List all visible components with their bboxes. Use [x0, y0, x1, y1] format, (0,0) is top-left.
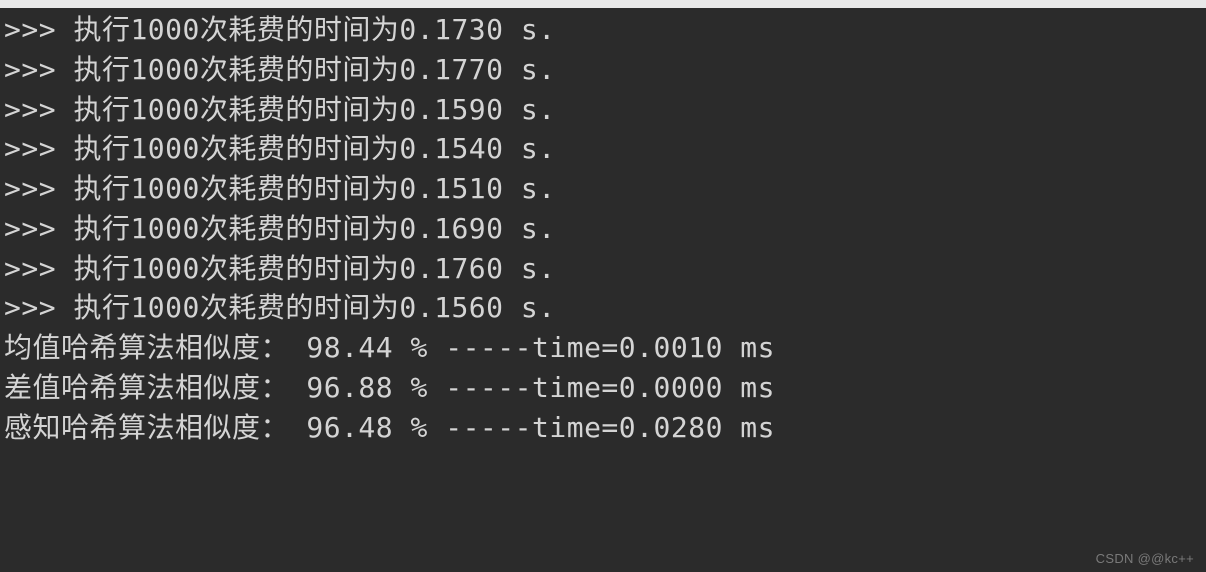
terminal-line: >>> 执行1000次耗费的时间为0.1760 s. [4, 249, 1202, 289]
terminal-line: 感知哈希算法相似度： 96.48 % -----time=0.0280 ms [4, 408, 1202, 448]
python-prompt: >>> [4, 291, 73, 324]
terminal-line: >>> 执行1000次耗费的时间为0.1590 s. [4, 90, 1202, 130]
terminal-line: 均值哈希算法相似度： 98.44 % -----time=0.0010 ms [4, 328, 1202, 368]
terminal-output[interactable]: >>> 执行1000次耗费的时间为0.1730 s. >>> 执行1000次耗费… [0, 8, 1206, 449]
terminal-text: 执行1000次耗费的时间为0.1760 s. [73, 252, 555, 285]
python-prompt: >>> [4, 53, 73, 86]
window-title-bar [0, 0, 1206, 8]
terminal-line: >>> 执行1000次耗费的时间为0.1560 s. [4, 288, 1202, 328]
terminal-text: 执行1000次耗费的时间为0.1770 s. [73, 53, 555, 86]
terminal-text: 均值哈希算法相似度： 98.44 % -----time=0.0010 ms [4, 331, 775, 364]
terminal-text: 差值哈希算法相似度： 96.88 % -----time=0.0000 ms [4, 371, 775, 404]
python-prompt: >>> [4, 93, 73, 126]
terminal-line: >>> 执行1000次耗费的时间为0.1690 s. [4, 209, 1202, 249]
python-prompt: >>> [4, 132, 73, 165]
terminal-line: 差值哈希算法相似度： 96.88 % -----time=0.0000 ms [4, 368, 1202, 408]
python-prompt: >>> [4, 212, 73, 245]
python-prompt: >>> [4, 13, 73, 46]
terminal-line: >>> 执行1000次耗费的时间为0.1730 s. [4, 10, 1202, 50]
csdn-watermark: CSDN @@kc++ [1096, 551, 1194, 566]
terminal-line: >>> 执行1000次耗费的时间为0.1510 s. [4, 169, 1202, 209]
terminal-text: 执行1000次耗费的时间为0.1730 s. [73, 13, 555, 46]
terminal-text: 执行1000次耗费的时间为0.1510 s. [73, 172, 555, 205]
python-prompt: >>> [4, 252, 73, 285]
terminal-line: >>> 执行1000次耗费的时间为0.1540 s. [4, 129, 1202, 169]
terminal-text: 执行1000次耗费的时间为0.1690 s. [73, 212, 555, 245]
terminal-text: 执行1000次耗费的时间为0.1590 s. [73, 93, 555, 126]
terminal-text: 感知哈希算法相似度： 96.48 % -----time=0.0280 ms [4, 411, 775, 444]
terminal-line: >>> 执行1000次耗费的时间为0.1770 s. [4, 50, 1202, 90]
terminal-text: 执行1000次耗费的时间为0.1540 s. [73, 132, 555, 165]
python-prompt: >>> [4, 172, 73, 205]
terminal-text: 执行1000次耗费的时间为0.1560 s. [73, 291, 555, 324]
